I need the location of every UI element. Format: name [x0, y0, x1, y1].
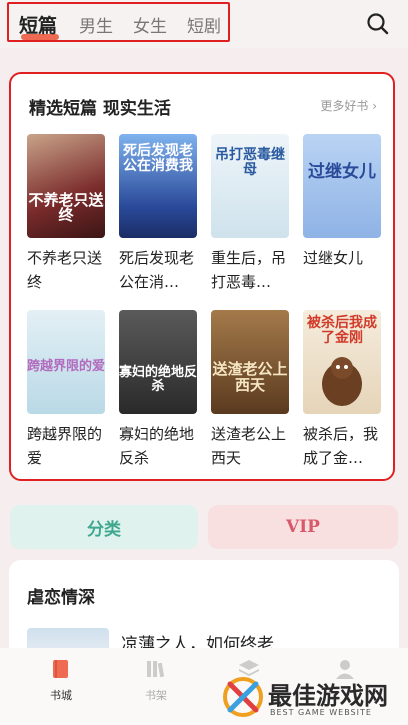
book-title: 死后发现老公在消…	[119, 249, 195, 291]
book-title: 跨越界限的爱	[27, 425, 103, 467]
book-cover: 过继女儿	[303, 134, 381, 238]
romance-section: 虐恋情深 凉薄之人，如何终老	[9, 560, 399, 660]
book-title: 重生后，吊打恶毒…	[211, 249, 287, 291]
tab-male[interactable]: 男生	[79, 12, 113, 37]
nav-bookstore[interactable]: 书城	[36, 658, 86, 703]
category-button[interactable]: 分类	[10, 505, 198, 549]
gorilla-illustration	[322, 357, 362, 406]
book-card[interactable]: 吊打恶毒继母 重生后，吊打恶毒…	[211, 134, 289, 294]
book-cover: 跨越界限的爱	[27, 310, 105, 414]
book-card[interactable]: 被杀后我成了金刚 被杀后，我成了金…	[303, 310, 381, 470]
book-cover: 寡妇的绝地反杀	[119, 310, 197, 414]
tab-short[interactable]: 短篇	[19, 11, 57, 38]
book-card[interactable]: 不养老只送终 不养老只送终	[27, 134, 105, 294]
section-title: 虐恋情深	[27, 588, 95, 608]
book-card[interactable]: 寡妇的绝地反杀 寡妇的绝地反杀	[119, 310, 197, 470]
book-cover: 送渣老公上西天	[211, 310, 289, 414]
book-title: 被杀后，我成了金…	[303, 425, 379, 467]
book-title: 寡妇的绝地反杀	[119, 425, 195, 467]
watermark-logo-icon	[223, 677, 263, 717]
more-books-link[interactable]: 更多好书 ›	[320, 97, 377, 114]
top-bar: 短篇 男生 女生 短剧	[0, 0, 408, 48]
featured-section: 精选短篇 现实生活 更多好书 › 不养老只送终 不养老只送终 死后发现老公在消费…	[9, 72, 395, 481]
book-card[interactable]: 死后发现老公在消费我 死后发现老公在消…	[119, 134, 197, 294]
header-tabs: 短篇 男生 女生 短剧	[7, 2, 230, 42]
book-cover: 吊打恶毒继母	[211, 134, 289, 238]
tab-female[interactable]: 女生	[133, 12, 167, 37]
search-icon[interactable]	[364, 10, 392, 38]
quick-actions: 分类 VIP	[10, 505, 398, 549]
book-title: 不养老只送终	[27, 249, 103, 291]
vip-button[interactable]: VIP	[208, 505, 398, 549]
book-title: 送渣老公上西天	[211, 425, 287, 467]
tab-drama[interactable]: 短剧	[187, 12, 221, 37]
book-cover: 死后发现老公在消费我	[119, 134, 197, 238]
book-icon	[53, 660, 68, 678]
watermark-subtext: BEST GAME WEBSITE	[270, 708, 372, 717]
site-watermark: 最佳游戏网 BEST GAME WEBSITE	[218, 670, 400, 724]
book-cover: 不养老只送终	[27, 134, 105, 238]
book-card[interactable]: 过继女儿 过继女儿	[303, 134, 381, 270]
book-title: 过继女儿	[303, 249, 364, 267]
book-cover: 被杀后我成了金刚	[303, 310, 381, 414]
section-title: 精选短篇 现实生活	[29, 99, 171, 119]
shelf-icon	[147, 661, 165, 678]
watermark-text: 最佳游戏网	[268, 682, 388, 710]
book-card[interactable]: 送渣老公上西天 送渣老公上西天	[211, 310, 289, 470]
nav-bookshelf[interactable]: 书架	[131, 658, 181, 703]
book-card[interactable]: 跨越界限的爱 跨越界限的爱	[27, 310, 105, 470]
